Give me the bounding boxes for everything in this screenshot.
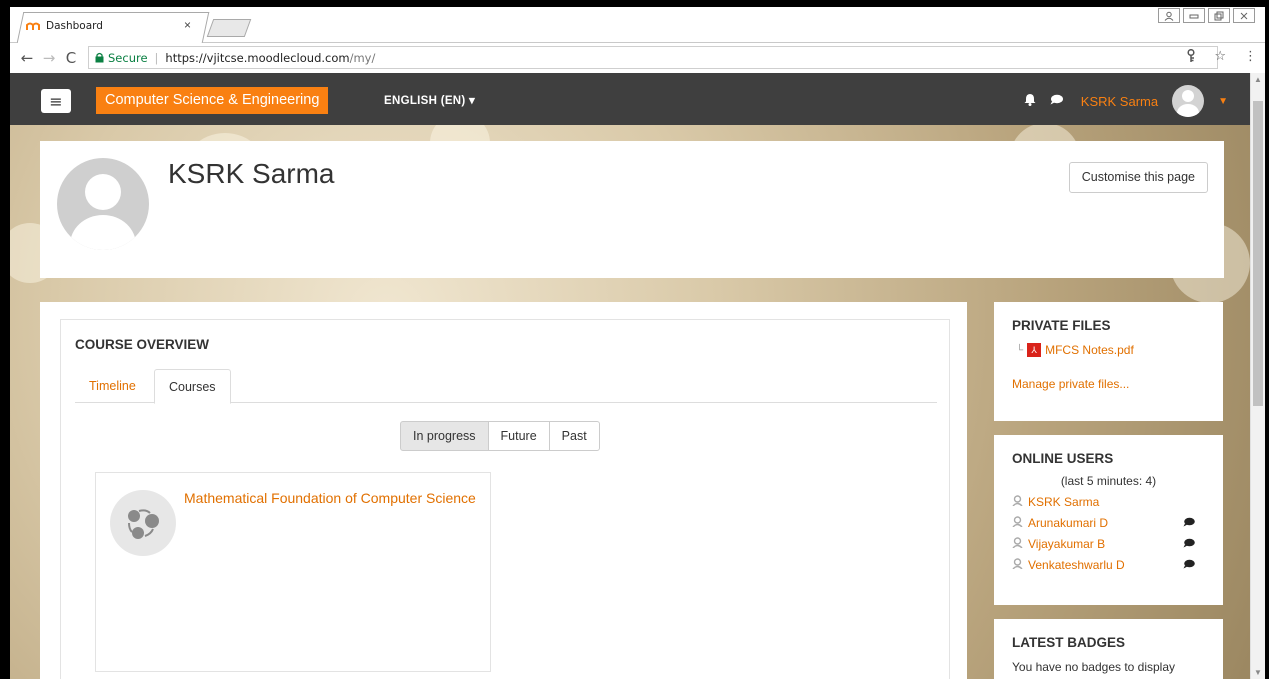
latest-badges-text: You have no badges to display [1012,660,1176,674]
online-user-name[interactable]: Venkateshwarlu D [1028,558,1183,572]
site-name-link[interactable]: Computer Science & Engineering [96,87,329,114]
user-menu-name[interactable]: KSRK Sarma [1081,94,1158,109]
latest-badges-block: LATEST BADGES You have no badges to disp… [994,619,1223,679]
course-overview-title: COURSE OVERVIEW [75,337,210,352]
online-user-item: Vijayakumar B [1012,533,1205,554]
lock-icon [95,52,104,63]
address-bar-actions: ☆ ⋮ [1186,48,1257,67]
browser-tab-content: Dashboard [26,20,206,32]
address-bar-row: ← → C Secure | https://vjitcse.moodleclo… [10,44,1265,72]
page-scrollbar[interactable]: ▲ ▼ [1250,73,1265,679]
scrollbar-thumb[interactable] [1253,101,1263,406]
private-files-title: PRIVATE FILES [1012,318,1111,333]
course-filter-group: In progress Future Past [400,421,600,451]
new-tab-button[interactable] [206,19,252,37]
tab-timeline[interactable]: Timeline [75,369,150,403]
scroll-up-icon[interactable]: ▲ [1254,75,1262,84]
tree-connector: └ [1016,344,1024,356]
moodle-favicon-icon [26,22,40,30]
online-user-name[interactable]: Arunakumari D [1028,516,1183,530]
url-host: https://vjitcse.moodlecloud.com [165,50,350,65]
course-name-link[interactable]: Mathematical Foundation of Computer Scie… [184,490,484,507]
profile-avatar [57,158,149,250]
online-users-block: ONLINE USERS (last 5 minutes: 4) KSRK Sa… [994,435,1223,605]
bookmark-star-icon[interactable]: ☆ [1214,49,1226,67]
tab-close-icon[interactable]: × [184,18,191,32]
file-item[interactable]: └ ⅄ MFCS Notes.pdf [1016,343,1205,357]
moodle-navbar: ≡ Computer Science & Engineering ENGLISH… [10,73,1250,125]
restore-icon[interactable] [1208,8,1230,23]
browser-menu-icon[interactable]: ⋮ [1244,49,1257,67]
course-card: Mathematical Foundation of Computer Scie… [95,472,491,672]
send-message-icon[interactable] [1183,558,1195,572]
user-menu-caret-icon[interactable]: ▼ [1218,96,1228,107]
manage-private-files-link[interactable]: Manage private files... [1012,377,1205,391]
pdf-icon: ⅄ [1027,343,1042,357]
close-window-icon[interactable] [1233,8,1255,23]
messages-chat-icon[interactable] [1050,94,1063,109]
notifications-bell-icon[interactable] [1024,93,1036,110]
back-icon[interactable]: ← [16,49,38,67]
user-person-icon [1012,557,1023,572]
user-person-icon [1012,515,1023,530]
page-header: KSRK Sarma Customise this page [40,141,1224,278]
browser-window: Dashboard × ← → C Secure | https://vjitc… [10,7,1265,679]
online-user-name[interactable]: Vijayakumar B [1028,537,1183,551]
online-user-name[interactable]: KSRK Sarma [1028,495,1205,509]
forward-icon[interactable]: → [38,49,60,67]
tab-strip: Dashboard × [10,7,1265,43]
language-menu[interactable]: ENGLISH (EN) ▾ [384,93,475,107]
filter-past-button[interactable]: Past [548,421,600,451]
window-controls [1158,8,1255,23]
key-icon[interactable] [1186,48,1196,67]
online-user-item: KSRK Sarma [1012,491,1205,512]
reload-icon[interactable]: C [60,49,82,67]
nav-drawer-button[interactable]: ≡ [41,89,71,113]
secure-label: Secure [108,50,148,65]
course-overview-block: COURSE OVERVIEW Timeline Courses In prog… [60,319,950,679]
send-message-icon[interactable] [1183,516,1195,530]
url-path: /my/ [349,50,376,65]
course-overview-tabs: Timeline Courses [75,369,937,404]
filter-future-button[interactable]: Future [487,421,550,451]
user-person-icon [1012,494,1023,509]
hamburger-icon: ≡ [49,91,63,111]
main-region: COURSE OVERVIEW Timeline Courses In prog… [40,302,967,679]
filter-in-progress-button[interactable]: In progress [400,421,489,451]
user-person-icon [1012,536,1023,551]
private-files-block: PRIVATE FILES └ ⅄ MFCS Notes.pdf Manage … [994,302,1223,421]
url-input[interactable]: Secure | https://vjitcse.moodlecloud.com… [88,46,1218,69]
customise-page-button[interactable]: Customise this page [1068,162,1208,193]
send-message-icon[interactable] [1183,537,1195,551]
page-viewport: ≡ Computer Science & Engineering ENGLISH… [10,73,1265,679]
page-title: KSRK Sarma [168,158,335,189]
online-user-item: Venkateshwarlu D [1012,554,1205,575]
tab-courses[interactable]: Courses [154,369,231,404]
scroll-down-icon[interactable]: ▼ [1254,668,1262,677]
user-avatar[interactable] [1172,85,1205,117]
online-user-item: Arunakumari D [1012,512,1205,533]
profile-icon[interactable] [1158,8,1180,23]
file-name: MFCS Notes.pdf [1045,343,1134,357]
browser-tab-title: Dashboard [46,20,103,32]
url-separator: | [154,50,159,65]
minimize-icon[interactable] [1183,8,1205,23]
course-icon [110,490,176,556]
online-users-subtitle: (last 5 minutes: 4) [1060,474,1157,488]
online-users-title: ONLINE USERS [1012,451,1114,466]
latest-badges-title: LATEST BADGES [1012,635,1126,650]
user-nav: KSRK Sarma ▼ [1024,85,1228,117]
